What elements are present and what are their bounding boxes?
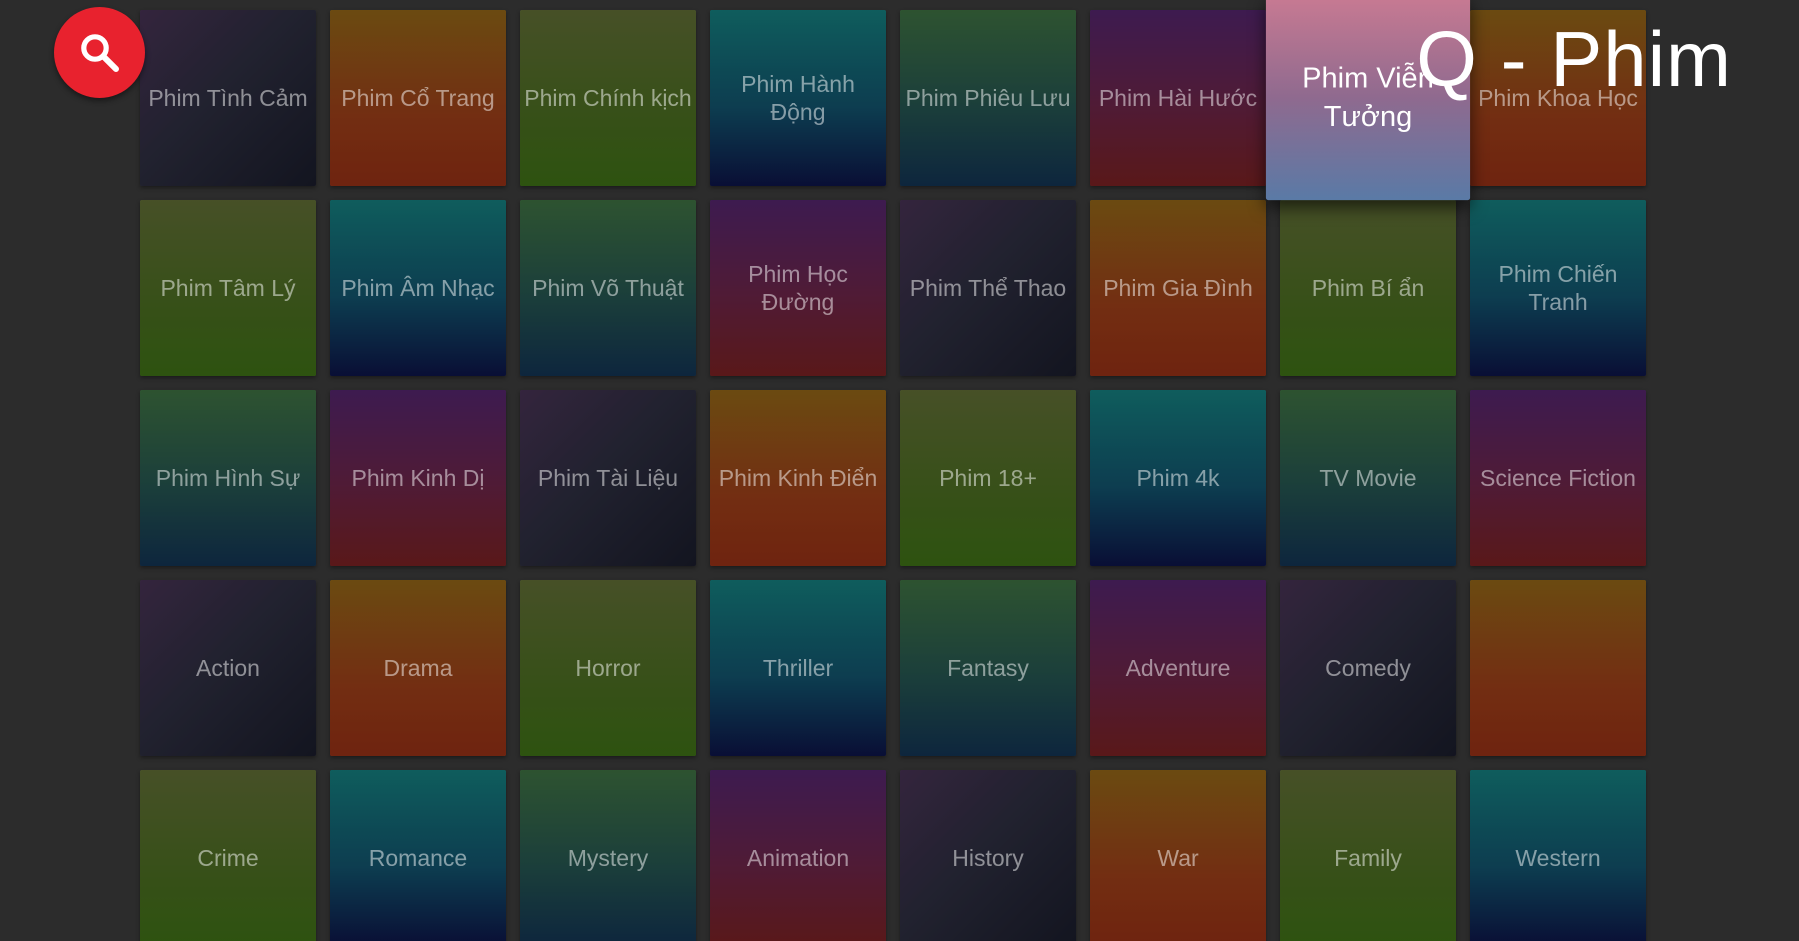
category-tile[interactable] <box>1470 580 1646 756</box>
category-tile[interactable]: Phim Âm Nhạc <box>330 200 506 376</box>
category-tile[interactable]: Phim Phiêu Lưu <box>900 10 1076 186</box>
search-icon <box>80 33 119 72</box>
category-tile[interactable]: Phim 4k <box>1090 390 1266 566</box>
category-label: Horror <box>575 655 641 681</box>
category-label: Mystery <box>567 845 649 871</box>
category-tile[interactable]: Phim Tâm Lý <box>140 200 316 376</box>
category-label: Phim Thể Thao <box>909 275 1067 301</box>
category-tile[interactable]: Romance <box>330 770 506 941</box>
category-tile[interactable]: Phim Hành Động <box>710 10 886 186</box>
category-label: Phim Bí ẩn <box>1311 275 1425 301</box>
category-tile[interactable]: Phim Tình Cảm <box>140 10 316 186</box>
category-label: TV Movie <box>1319 465 1417 491</box>
category-tile[interactable]: Science Fiction <box>1470 390 1646 566</box>
category-label: War <box>1157 845 1199 871</box>
category-label: Animation <box>746 845 850 871</box>
category-label: Phim Âm Nhạc <box>341 275 495 301</box>
category-label: Action <box>196 655 260 681</box>
category-label: Adventure <box>1125 655 1231 681</box>
category-tile[interactable]: Comedy <box>1280 580 1456 756</box>
category-tile[interactable]: Phim 18+ <box>900 390 1076 566</box>
category-tile[interactable]: Phim Kinh Điển <box>710 390 886 566</box>
category-label: Science Fiction <box>1480 465 1636 491</box>
category-label: Phim 4k <box>1136 465 1220 491</box>
category-tile[interactable]: Phim Học Đường <box>710 200 886 376</box>
category-label: Phim Hài Hước <box>1098 85 1258 111</box>
category-label: Phim Kinh Điển <box>718 465 878 491</box>
category-label: Crime <box>197 845 259 871</box>
category-label: Phim Võ Thuật <box>532 275 684 301</box>
category-label: Phim Phiêu Lưu <box>905 85 1071 111</box>
category-label: Western <box>1515 845 1601 871</box>
category-label: Phim Cổ Trang <box>341 85 495 111</box>
category-label: Phim Học Đường <box>748 261 848 315</box>
category-label: Phim 18+ <box>939 465 1037 491</box>
category-tile[interactable]: Adventure <box>1090 580 1266 756</box>
category-tile[interactable]: Phim Cổ Trang <box>330 10 506 186</box>
category-grid: Phim Tình Cảm Phim Cổ Trang Phim Chính kịc… <box>140 0 1646 941</box>
category-tile[interactable]: Action <box>140 580 316 756</box>
category-label: Phim Tài Liệu <box>537 465 679 491</box>
category-label: Phim Tình Cảm <box>148 85 308 111</box>
category-tile[interactable]: Phim Bí ẩn <box>1280 200 1456 376</box>
category-tile[interactable]: TV Movie <box>1280 390 1456 566</box>
category-label: Phim Chiến Tranh <box>1498 261 1618 315</box>
category-label: Phim Tâm Lý <box>160 275 296 301</box>
category-label: Phim Hình Sự <box>155 465 301 491</box>
category-tile[interactable]: Mystery <box>520 770 696 941</box>
category-tile[interactable]: Phim Chính kịch <box>520 10 696 186</box>
category-label: Phim Chính kịch <box>524 85 692 111</box>
category-tile[interactable]: Phim Tài Liệu <box>520 390 696 566</box>
category-tile[interactable]: Phim Kinh Dị <box>330 390 506 566</box>
category-label: Fantasy <box>947 655 1029 681</box>
category-tile[interactable]: Family <box>1280 770 1456 941</box>
category-tile[interactable]: Phim Hình Sự <box>140 390 316 566</box>
category-tile[interactable]: Phim Gia Đình <box>1090 200 1266 376</box>
category-label: Drama <box>383 655 453 681</box>
category-label: Romance <box>368 845 468 871</box>
category-label: Phim Kinh Dị <box>351 465 485 491</box>
app-root: Phim Tình Cảm Phim Cổ Trang Phim Chính kịc… <box>0 0 1799 941</box>
category-tile[interactable]: Western <box>1470 770 1646 941</box>
search-button[interactable] <box>54 7 145 98</box>
category-tile[interactable]: War <box>1090 770 1266 941</box>
category-tile[interactable]: Phim Thể Thao <box>900 200 1076 376</box>
category-tile[interactable]: Thriller <box>710 580 886 756</box>
category-tile[interactable]: Fantasy <box>900 580 1076 756</box>
app-title: Q - Phim <box>1416 15 1732 103</box>
category-label: Comedy <box>1325 655 1411 681</box>
category-tile[interactable]: Phim Chiến Tranh <box>1470 200 1646 376</box>
category-tile[interactable]: Phim Võ Thuật <box>520 200 696 376</box>
category-label: Family <box>1334 845 1402 871</box>
category-tile[interactable]: Crime <box>140 770 316 941</box>
category-label: Thriller <box>762 655 834 681</box>
category-tile[interactable]: Horror <box>520 580 696 756</box>
category-tile[interactable]: Phim Hài Hước <box>1090 10 1266 186</box>
category-label: History <box>952 845 1024 871</box>
category-label: Phim Gia Đình <box>1103 275 1253 301</box>
category-tile[interactable]: Drama <box>330 580 506 756</box>
category-tile[interactable]: History <box>900 770 1076 941</box>
category-label: Phim Hành Động <box>741 71 855 125</box>
category-tile[interactable]: Animation <box>710 770 886 941</box>
